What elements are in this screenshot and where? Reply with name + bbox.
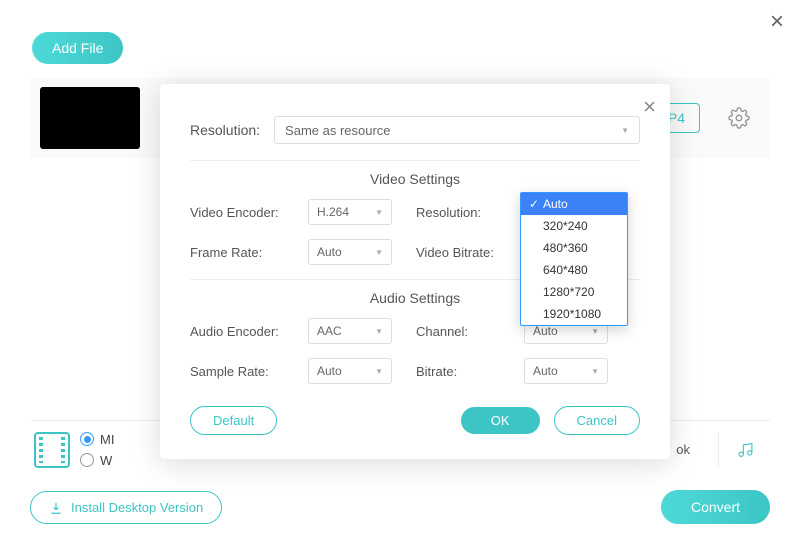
resolution-dropdown[interactable]: ✓ Auto 320*240 480*360 640*480 1280*720 1… [520,192,628,326]
gear-icon[interactable] [728,107,750,129]
dropdown-option[interactable]: 1280*720 [521,281,627,303]
frame-rate-select[interactable]: Auto ▼ [308,239,392,265]
install-desktop-button[interactable]: Install Desktop Version [30,491,222,524]
radio-label: W [100,453,112,468]
sample-rate-label: Sample Rate: [190,364,300,379]
select-value: H.264 [317,205,349,219]
chevron-down-icon: ▼ [375,327,383,336]
frame-rate-label: Frame Rate: [190,245,300,260]
chevron-down-icon: ▼ [375,208,383,217]
add-file-button[interactable]: Add File [32,32,123,64]
dropdown-option[interactable]: 640*480 [521,259,627,281]
video-thumbnail [40,87,140,149]
video-encoder-label: Video Encoder: [190,205,300,220]
radio-option-1[interactable]: MI [80,432,114,447]
radio-label: MI [100,432,114,447]
channel-label: Channel: [416,324,516,339]
audio-encoder-label: Audio Encoder: [190,324,300,339]
install-label: Install Desktop Version [71,500,203,515]
dropdown-option[interactable]: 1920*1080 [521,303,627,325]
dropdown-option[interactable]: 320*240 [521,215,627,237]
resolution-label: Resolution: [416,205,516,220]
bitrate-label: Bitrate: [416,364,516,379]
check-icon: ✓ [529,197,539,211]
select-value: Auto [533,324,558,338]
video-encoder-select[interactable]: H.264 ▼ [308,199,392,225]
option-label: 640*480 [543,263,588,277]
option-label: 1920*1080 [543,307,601,321]
option-label: Auto [543,197,568,211]
option-label: 480*360 [543,241,588,255]
ok-text: ok [676,442,690,457]
sample-rate-select[interactable]: Auto ▼ [308,358,392,384]
dropdown-option[interactable]: 480*360 [521,237,627,259]
default-button[interactable]: Default [190,406,277,435]
top-resolution-label: Resolution: [190,122,260,138]
convert-button[interactable]: Convert [661,490,770,524]
film-icon[interactable] [34,432,70,468]
chevron-down-icon: ▼ [591,367,599,376]
dropdown-option[interactable]: ✓ Auto [521,193,627,215]
option-label: 1280*720 [543,285,594,299]
chevron-down-icon: ▼ [591,327,599,336]
top-resolution-select[interactable]: Same as resource ▼ [274,116,640,144]
select-value: Auto [317,245,342,259]
download-icon [49,501,63,515]
select-value: Auto [533,364,558,378]
audio-encoder-select[interactable]: AAC ▼ [308,318,392,344]
top-resolution-value: Same as resource [285,123,391,138]
radio-option-2[interactable]: W [80,453,114,468]
chevron-down-icon: ▼ [375,367,383,376]
ok-button[interactable]: OK [461,407,540,434]
music-icon[interactable] [718,432,754,468]
close-window-icon[interactable]: × [770,8,784,36]
chevron-down-icon: ▼ [375,248,383,257]
select-value: Auto [317,364,342,378]
cancel-button[interactable]: Cancel [554,406,640,435]
video-settings-heading: Video Settings [190,160,640,187]
select-value: AAC [317,324,342,338]
video-bitrate-label: Video Bitrate: [416,245,516,260]
chevron-down-icon: ▼ [621,126,629,135]
option-label: 320*240 [543,219,588,233]
close-icon[interactable]: × [643,94,656,120]
bitrate-select[interactable]: Auto ▼ [524,358,608,384]
